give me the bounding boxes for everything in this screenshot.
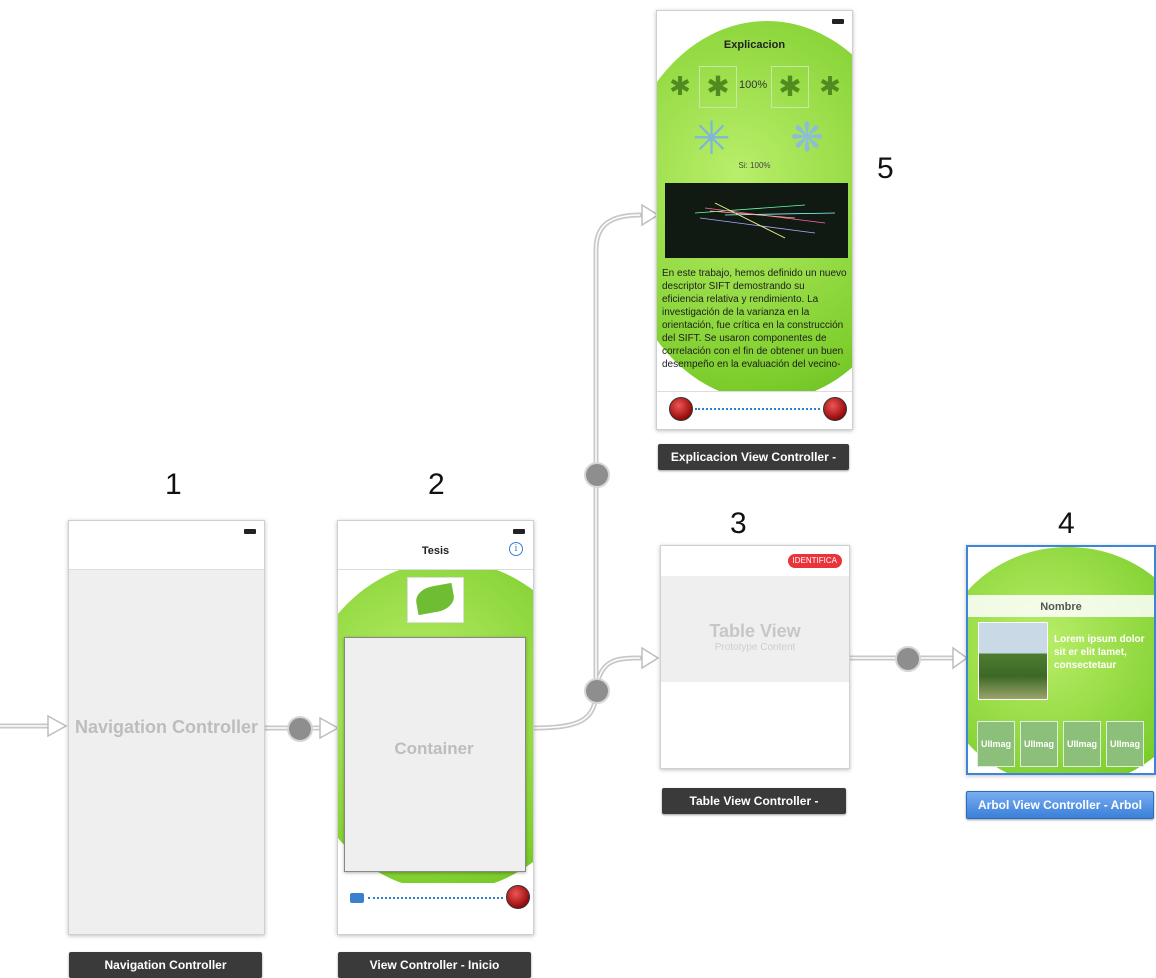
progress-slider[interactable]: [695, 408, 820, 410]
arbol-view-controller-caption[interactable]: Arbol View Controller - Arbol: [966, 791, 1154, 819]
image-tile-3[interactable]: UIImag: [1063, 721, 1101, 767]
keypoint-match-image: [665, 183, 848, 258]
stop-button[interactable]: [669, 397, 693, 421]
sketch-image-2: ❋: [790, 116, 824, 160]
view-controller-inicio-scene[interactable]: Tesis i Container: [337, 520, 534, 935]
table-view-controller-scene[interactable]: IDENTIFICA Table View Prototype Content: [660, 545, 850, 769]
segue-push-icon-2[interactable]: [895, 646, 921, 672]
nav-title: Tesis: [421, 545, 450, 557]
image-tile-2[interactable]: UIImag: [1020, 721, 1058, 767]
navigation-bar: [69, 521, 264, 570]
camera-icon[interactable]: [350, 893, 364, 903]
description-text: Lorem ipsum dolor sit er elit lamet, con…: [1054, 634, 1145, 671]
nav-title: Explicacion: [723, 39, 786, 51]
progress-slider[interactable]: [368, 897, 503, 899]
leaf-image: [407, 577, 464, 623]
scene-number-5: 5: [877, 152, 894, 185]
sketch-image-1: ✳: [692, 112, 731, 164]
table-view-controller-caption[interactable]: Table View Controller -: [662, 788, 846, 814]
segue-modal-icon[interactable]: [584, 462, 610, 488]
battery-icon: [513, 529, 525, 534]
table-view-title: Table View: [709, 621, 801, 641]
leaf-icon: [414, 582, 456, 616]
container-label: Container: [394, 739, 474, 758]
view-controller-inicio-caption[interactable]: View Controller - Inicio: [338, 952, 531, 978]
hemp-leaf-icon-1: ✱: [669, 71, 691, 101]
tree-photo: [978, 622, 1048, 700]
explanation-body-text: En este trabajo, hemos definido un nuevo…: [662, 268, 847, 370]
battery-icon: [832, 19, 844, 24]
explicacion-view-controller-scene[interactable]: Explicacion ✱ ✱ 100% ✱ ✱ ✳ ❋ Si: 100% En…: [656, 10, 853, 430]
navigation-controller-caption[interactable]: Navigation Controller: [69, 952, 262, 978]
hemp-leaf-icon-2: ✱: [699, 66, 737, 108]
explicacion-view-controller-caption[interactable]: Explicacion View Controller -: [658, 444, 849, 470]
play-button[interactable]: [506, 885, 530, 909]
table-view-subtitle: Prototype Content: [714, 642, 796, 653]
battery-icon: [244, 529, 256, 534]
image-tile-4[interactable]: UIImag: [1106, 721, 1144, 767]
percent-label: 100%: [739, 79, 768, 91]
arbol-view-controller-scene[interactable]: Nombre Lorem ipsum dolor sit er elit lam…: [966, 545, 1156, 775]
segue-push-icon[interactable]: [584, 678, 610, 704]
nav-title: Nombre: [1040, 601, 1082, 613]
identifica-badge[interactable]: IDENTIFICA: [787, 554, 842, 568]
scene-number-1: 1: [165, 468, 182, 501]
navigation-root-area: [69, 570, 264, 934]
segue-relationship-icon[interactable]: [287, 716, 313, 742]
scene-number-4: 4: [1058, 507, 1075, 540]
hemp-leaf-icon-4: ✱: [819, 71, 841, 101]
match-lines: [694, 202, 836, 239]
navigation-controller-label: Navigation Controller: [74, 717, 258, 737]
play-button[interactable]: [823, 397, 847, 421]
hemp-leaf-icon-3: ✱: [771, 66, 809, 108]
scene-number-2: 2: [428, 468, 445, 501]
scene-number-3: 3: [730, 507, 747, 540]
image-tile-1[interactable]: UIImag: [977, 721, 1015, 767]
navigation-controller-scene[interactable]: Navigation Controller: [68, 520, 265, 935]
info-button[interactable]: i: [509, 542, 523, 556]
similarity-label: Si: 100%: [738, 161, 771, 170]
bottom-toolbar: [338, 883, 533, 934]
